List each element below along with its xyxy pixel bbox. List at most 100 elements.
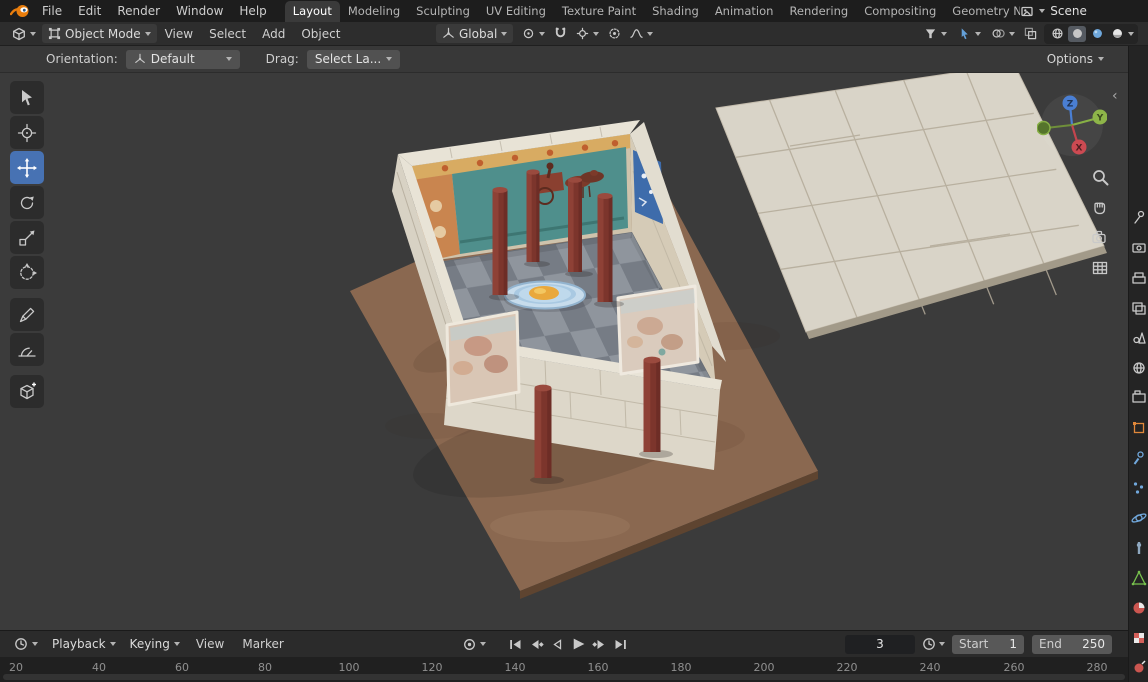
- output-tab-icon[interactable]: [1133, 273, 1145, 283]
- texture-tab-icon[interactable]: [1134, 633, 1144, 643]
- navigation-gizmo[interactable]: Z Y X: [1037, 90, 1107, 160]
- sidebar-toggle-arrow[interactable]: ‹: [1112, 88, 1118, 104]
- pan-button[interactable]: [1088, 196, 1112, 220]
- annotate-tool[interactable]: [10, 298, 44, 331]
- options-dropdown[interactable]: Options: [1047, 52, 1104, 66]
- keying-label: Keying: [130, 637, 170, 651]
- tab-shading[interactable]: Shading: [644, 1, 707, 22]
- blender-logo-icon[interactable]: [6, 3, 34, 19]
- zoom-button[interactable]: [1088, 165, 1112, 189]
- auto-keying-toggle[interactable]: [462, 637, 486, 652]
- play-button[interactable]: [568, 635, 588, 653]
- tab-animation[interactable]: Animation: [707, 1, 782, 22]
- 3d-viewport-canvas[interactable]: [0, 46, 1128, 630]
- move-tool[interactable]: [10, 151, 44, 184]
- menu-render[interactable]: Render: [109, 0, 168, 22]
- snap-magnet-icon[interactable]: [554, 27, 567, 40]
- preview-range-chevron-icon: [939, 642, 945, 646]
- view-layer-tab-icon[interactable]: [1133, 303, 1145, 314]
- tab-uv-editing[interactable]: UV Editing: [478, 1, 554, 22]
- editor-type-button[interactable]: [6, 24, 42, 43]
- keying-menu[interactable]: Keying: [124, 635, 186, 654]
- properties-tabs[interactable]: [1129, 46, 1148, 682]
- menu-edit[interactable]: Edit: [70, 0, 109, 22]
- gizmo-toggle-dropdown[interactable]: [956, 24, 983, 43]
- scene-icon[interactable]: [1020, 4, 1034, 18]
- timeline-editor-type-button[interactable]: [8, 635, 44, 654]
- next-keyframe-button[interactable]: [589, 635, 609, 653]
- tab-rendering[interactable]: Rendering: [781, 1, 856, 22]
- tweak-select-tool[interactable]: [10, 81, 44, 114]
- ortho-toggle-button[interactable]: [1088, 256, 1112, 280]
- 3d-viewport[interactable]: Orientation: Default Drag: Select La... …: [0, 46, 1128, 630]
- current-frame-field[interactable]: 3: [845, 635, 915, 654]
- shading-solid-icon[interactable]: [1068, 26, 1086, 42]
- start-frame-field[interactable]: Start 1: [952, 635, 1024, 654]
- xray-toggle[interactable]: [1024, 27, 1037, 40]
- scene-chevron-icon[interactable]: [1039, 9, 1045, 13]
- tab-geometry-nodes[interactable]: Geometry No: [944, 1, 1020, 22]
- proportional-editing-icon[interactable]: [608, 27, 621, 40]
- physics-tab-icon[interactable]: [1131, 512, 1147, 523]
- orientation-default-dropdown[interactable]: Default: [126, 50, 240, 69]
- drag-dropdown[interactable]: Select La...: [307, 50, 400, 69]
- scale-tool[interactable]: [10, 221, 44, 254]
- overlays-dropdown[interactable]: [990, 24, 1017, 43]
- timeline-ruler[interactable]: 20 40 60 80 100 120 140 160 180 200 220 …: [0, 657, 1128, 682]
- measure-tool[interactable]: [10, 333, 44, 366]
- timeline-scrollbar[interactable]: [3, 674, 1125, 680]
- falloff-dropdown[interactable]: [628, 24, 655, 43]
- visibility-filter-dropdown[interactable]: [922, 24, 949, 43]
- jump-to-end-button[interactable]: [610, 635, 630, 653]
- snap-target-dropdown[interactable]: [574, 24, 601, 43]
- menu-window[interactable]: Window: [168, 0, 231, 22]
- object-tab-icon[interactable]: [1133, 422, 1144, 433]
- scene-name[interactable]: Scene: [1050, 4, 1087, 18]
- tab-modeling[interactable]: Modeling: [340, 1, 408, 22]
- timeline-marker-menu[interactable]: Marker: [234, 637, 291, 651]
- material-tab-icon[interactable]: [1134, 603, 1145, 614]
- tab-compositing[interactable]: Compositing: [856, 1, 944, 22]
- transform-tool[interactable]: [10, 256, 44, 289]
- shading-chevron-icon[interactable]: [1128, 32, 1134, 36]
- shading-material-icon[interactable]: [1088, 26, 1106, 42]
- particles-tab-icon[interactable]: [1134, 482, 1143, 493]
- gizmo-y-negative[interactable]: [1037, 122, 1050, 135]
- rotate-tool[interactable]: [10, 186, 44, 219]
- tab-texture-paint[interactable]: Texture Paint: [554, 1, 644, 22]
- scene-tab-icon[interactable]: [1134, 333, 1145, 343]
- cursor-tool[interactable]: [10, 116, 44, 149]
- menu-file[interactable]: File: [34, 0, 70, 22]
- paint-tab-icon[interactable]: [1135, 661, 1146, 673]
- timeline-view-menu[interactable]: View: [188, 637, 232, 651]
- viewport-menu-select[interactable]: Select: [201, 27, 254, 41]
- shading-rendered-icon[interactable]: [1108, 26, 1126, 42]
- object-data-tab-icon[interactable]: [1132, 571, 1147, 586]
- pivot-dropdown[interactable]: [520, 24, 547, 43]
- constraints-tab-icon[interactable]: [1137, 542, 1141, 554]
- add-cube-tool[interactable]: [10, 375, 44, 408]
- tool-tab-icon[interactable]: [1135, 212, 1144, 224]
- jump-to-start-button[interactable]: [505, 635, 525, 653]
- shading-wireframe-icon[interactable]: [1048, 26, 1066, 42]
- viewport-menu-view[interactable]: View: [157, 27, 201, 41]
- ruler-tick: 200: [754, 661, 775, 674]
- world-tab-icon[interactable]: [1134, 363, 1144, 373]
- render-tab-icon[interactable]: [1133, 244, 1145, 252]
- camera-view-button[interactable]: [1088, 226, 1112, 250]
- tab-layout[interactable]: Layout: [285, 1, 340, 22]
- modifiers-tab-icon[interactable]: [1135, 452, 1144, 464]
- tab-sculpting[interactable]: Sculpting: [408, 1, 478, 22]
- collection-tab-icon[interactable]: [1133, 391, 1145, 402]
- play-reverse-button[interactable]: [547, 635, 567, 653]
- viewport-menu-add[interactable]: Add: [254, 27, 293, 41]
- fresco-panel-left[interactable]: [447, 312, 519, 405]
- prev-keyframe-button[interactable]: [526, 635, 546, 653]
- viewport-menu-object[interactable]: Object: [293, 27, 348, 41]
- end-frame-field[interactable]: End 250: [1032, 635, 1112, 654]
- playback-menu[interactable]: Playback: [46, 635, 122, 654]
- preview-range-toggle[interactable]: [922, 637, 945, 651]
- orientation-dropdown[interactable]: Global: [436, 24, 513, 43]
- menu-help[interactable]: Help: [231, 0, 274, 22]
- mode-dropdown[interactable]: Object Mode: [42, 24, 157, 43]
